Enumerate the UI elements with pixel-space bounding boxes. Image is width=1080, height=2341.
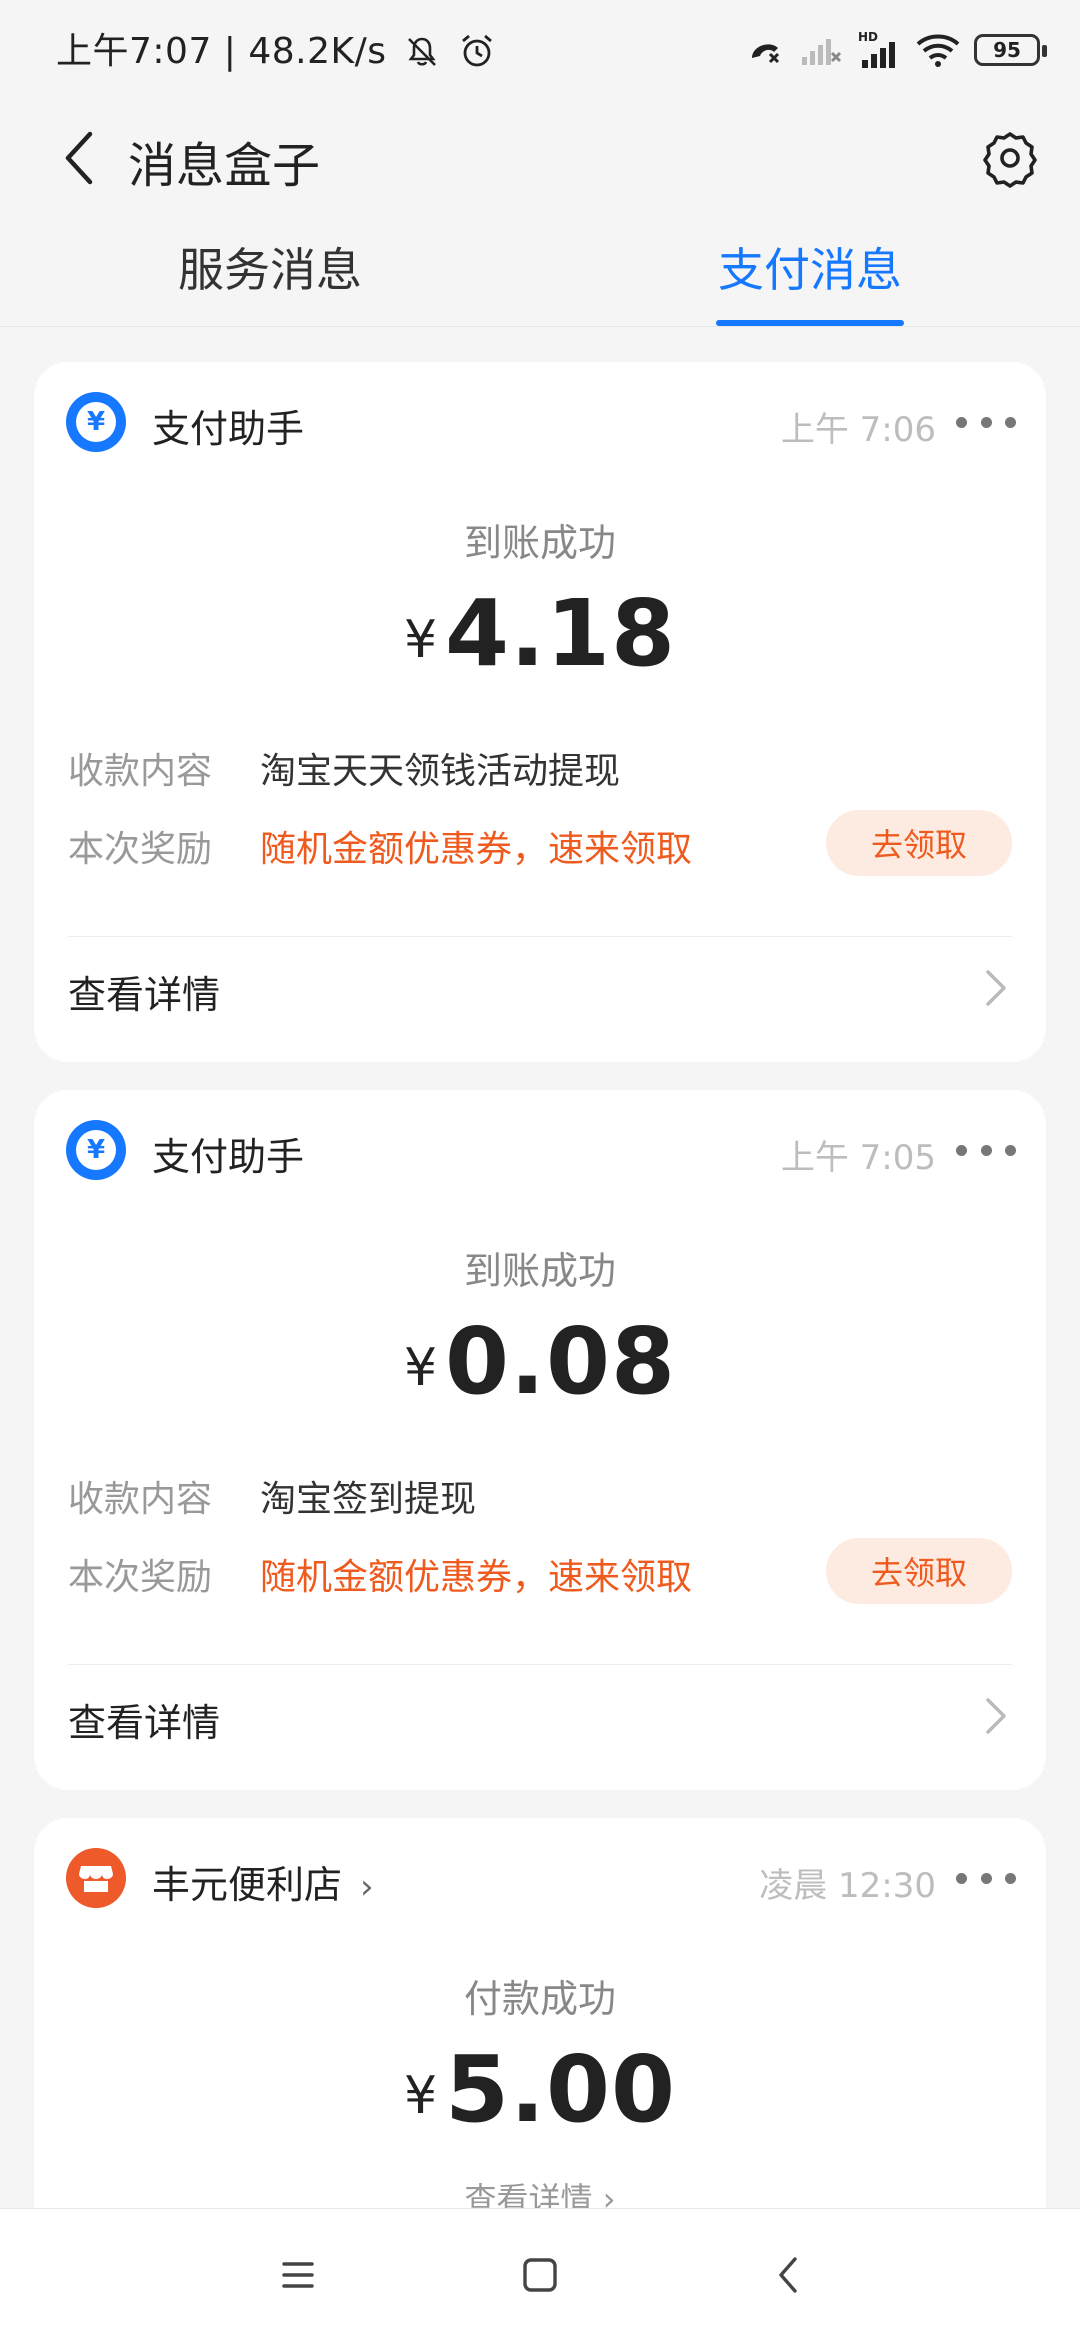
message-card: 丰元便利店 › 凌晨 12:30 付款成功 ¥5.00 查看详情 › <box>34 1818 1046 2238</box>
amount-value: 5.00 <box>445 2036 677 2143</box>
more-dots-icon[interactable] <box>956 1860 1016 1896</box>
status-title: 付款成功 <box>463 1977 616 2021</box>
currency-symbol: ¥ <box>403 1338 438 1398</box>
title-bar: 消息盒子 <box>0 96 1080 220</box>
chevron-right-icon: › <box>360 1867 374 1907</box>
back-arrow-icon <box>65 131 93 185</box>
nav-back-button[interactable] <box>746 2233 830 2317</box>
reward-value: 随机金额优惠券，速来领取 <box>260 829 693 870</box>
message-time: 上午 7:05 <box>780 1138 936 1178</box>
content-value: 淘宝天天领钱活动提现 <box>260 751 621 792</box>
card-header: ¥ 支付助手 上午 7:05 <box>34 1090 1046 1210</box>
nav-back-icon <box>779 2257 797 2293</box>
content-label: 收款内容 <box>68 751 213 792</box>
view-details-row[interactable]: 查看详情 <box>34 938 1046 1038</box>
message-card: ¥ 支付助手 上午 7:06 到账成功 ¥4.18 收款内容 淘宝天天领钱活动提… <box>34 362 1046 1062</box>
content-label: 收款内容 <box>68 1479 213 1520</box>
chevron-right-icon <box>986 1698 1006 1734</box>
gear-icon <box>983 132 1037 188</box>
divider <box>68 1664 1012 1665</box>
amount: ¥0.08 <box>34 1308 1046 1415</box>
battery-indicator: 95 <box>974 34 1047 66</box>
system-nav-bar <box>0 2208 1080 2341</box>
tab-service-messages[interactable]: 服务消息 <box>140 234 400 314</box>
signal-hd-icon: HD <box>858 30 895 68</box>
menu-icon <box>282 2262 314 2288</box>
nav-menu-button[interactable] <box>256 2233 340 2317</box>
message-card: ¥ 支付助手 上午 7:05 到账成功 ¥0.08 收款内容 淘宝签到提现 本次… <box>34 1090 1046 1790</box>
amount: ¥5.00 <box>34 2036 1046 2143</box>
settings-button[interactable] <box>970 118 1050 198</box>
store-name-link[interactable]: 丰元便利店 › <box>152 1854 374 1909</box>
page-title: 消息盒子 <box>128 138 321 194</box>
reward-label: 本次奖励 <box>68 1557 213 1598</box>
tab-payment-messages[interactable]: 支付消息 <box>680 234 940 326</box>
active-tab-indicator <box>716 320 904 326</box>
wifi-icon <box>916 34 960 67</box>
svg-text:HD: HD <box>858 30 878 44</box>
currency-symbol: ¥ <box>403 610 438 670</box>
reward-label: 本次奖励 <box>68 829 213 870</box>
sender-name: 支付助手 <box>152 1135 305 1179</box>
more-dots-icon[interactable] <box>956 1132 1016 1168</box>
signal-weak-icon <box>802 39 842 65</box>
view-details-label: 查看详情 <box>68 973 221 1017</box>
claim-button[interactable]: 去领取 <box>826 1538 1012 1604</box>
mute-bell-icon <box>408 37 437 66</box>
status-bar: 上午7:07 | 48.2K/s HD 95 <box>0 0 1080 96</box>
message-tabs: 服务消息 支付消息 <box>0 222 1080 327</box>
status-title: 到账成功 <box>463 521 616 565</box>
nav-home-button[interactable] <box>498 2233 582 2317</box>
reward-value: 随机金额优惠券，速来领取 <box>260 1557 693 1598</box>
chevron-right-icon <box>986 970 1006 1006</box>
content-value: 淘宝签到提现 <box>260 1479 477 1520</box>
home-square-icon <box>523 2258 557 2292</box>
amount-value: 4.18 <box>445 580 677 687</box>
message-time: 凌晨 12:30 <box>759 1866 936 1906</box>
more-dots-icon[interactable] <box>956 404 1016 440</box>
amount: ¥4.18 <box>34 580 1046 687</box>
back-button[interactable] <box>40 118 120 198</box>
alarm-icon <box>462 34 493 67</box>
yuan-icon: ¥ <box>66 392 126 452</box>
card-header: 丰元便利店 › 凌晨 12:30 <box>34 1818 1046 1938</box>
store-icon <box>66 1848 126 1908</box>
message-time: 上午 7:06 <box>780 410 936 450</box>
yuan-icon: ¥ <box>66 1120 126 1180</box>
currency-symbol: ¥ <box>403 2066 438 2126</box>
call-off-icon <box>752 44 780 64</box>
status-time-speed: 上午7:07 | 48.2K/s <box>56 31 387 72</box>
divider <box>68 936 1012 937</box>
claim-button[interactable]: 去领取 <box>826 810 1012 876</box>
card-header: ¥ 支付助手 上午 7:06 <box>34 362 1046 482</box>
status-title: 到账成功 <box>463 1249 616 1293</box>
view-details-row[interactable]: 查看详情 <box>34 1666 1046 1766</box>
view-details-label: 查看详情 <box>68 1701 221 1745</box>
amount-value: 0.08 <box>445 1308 677 1415</box>
sender-name: 支付助手 <box>152 407 305 451</box>
